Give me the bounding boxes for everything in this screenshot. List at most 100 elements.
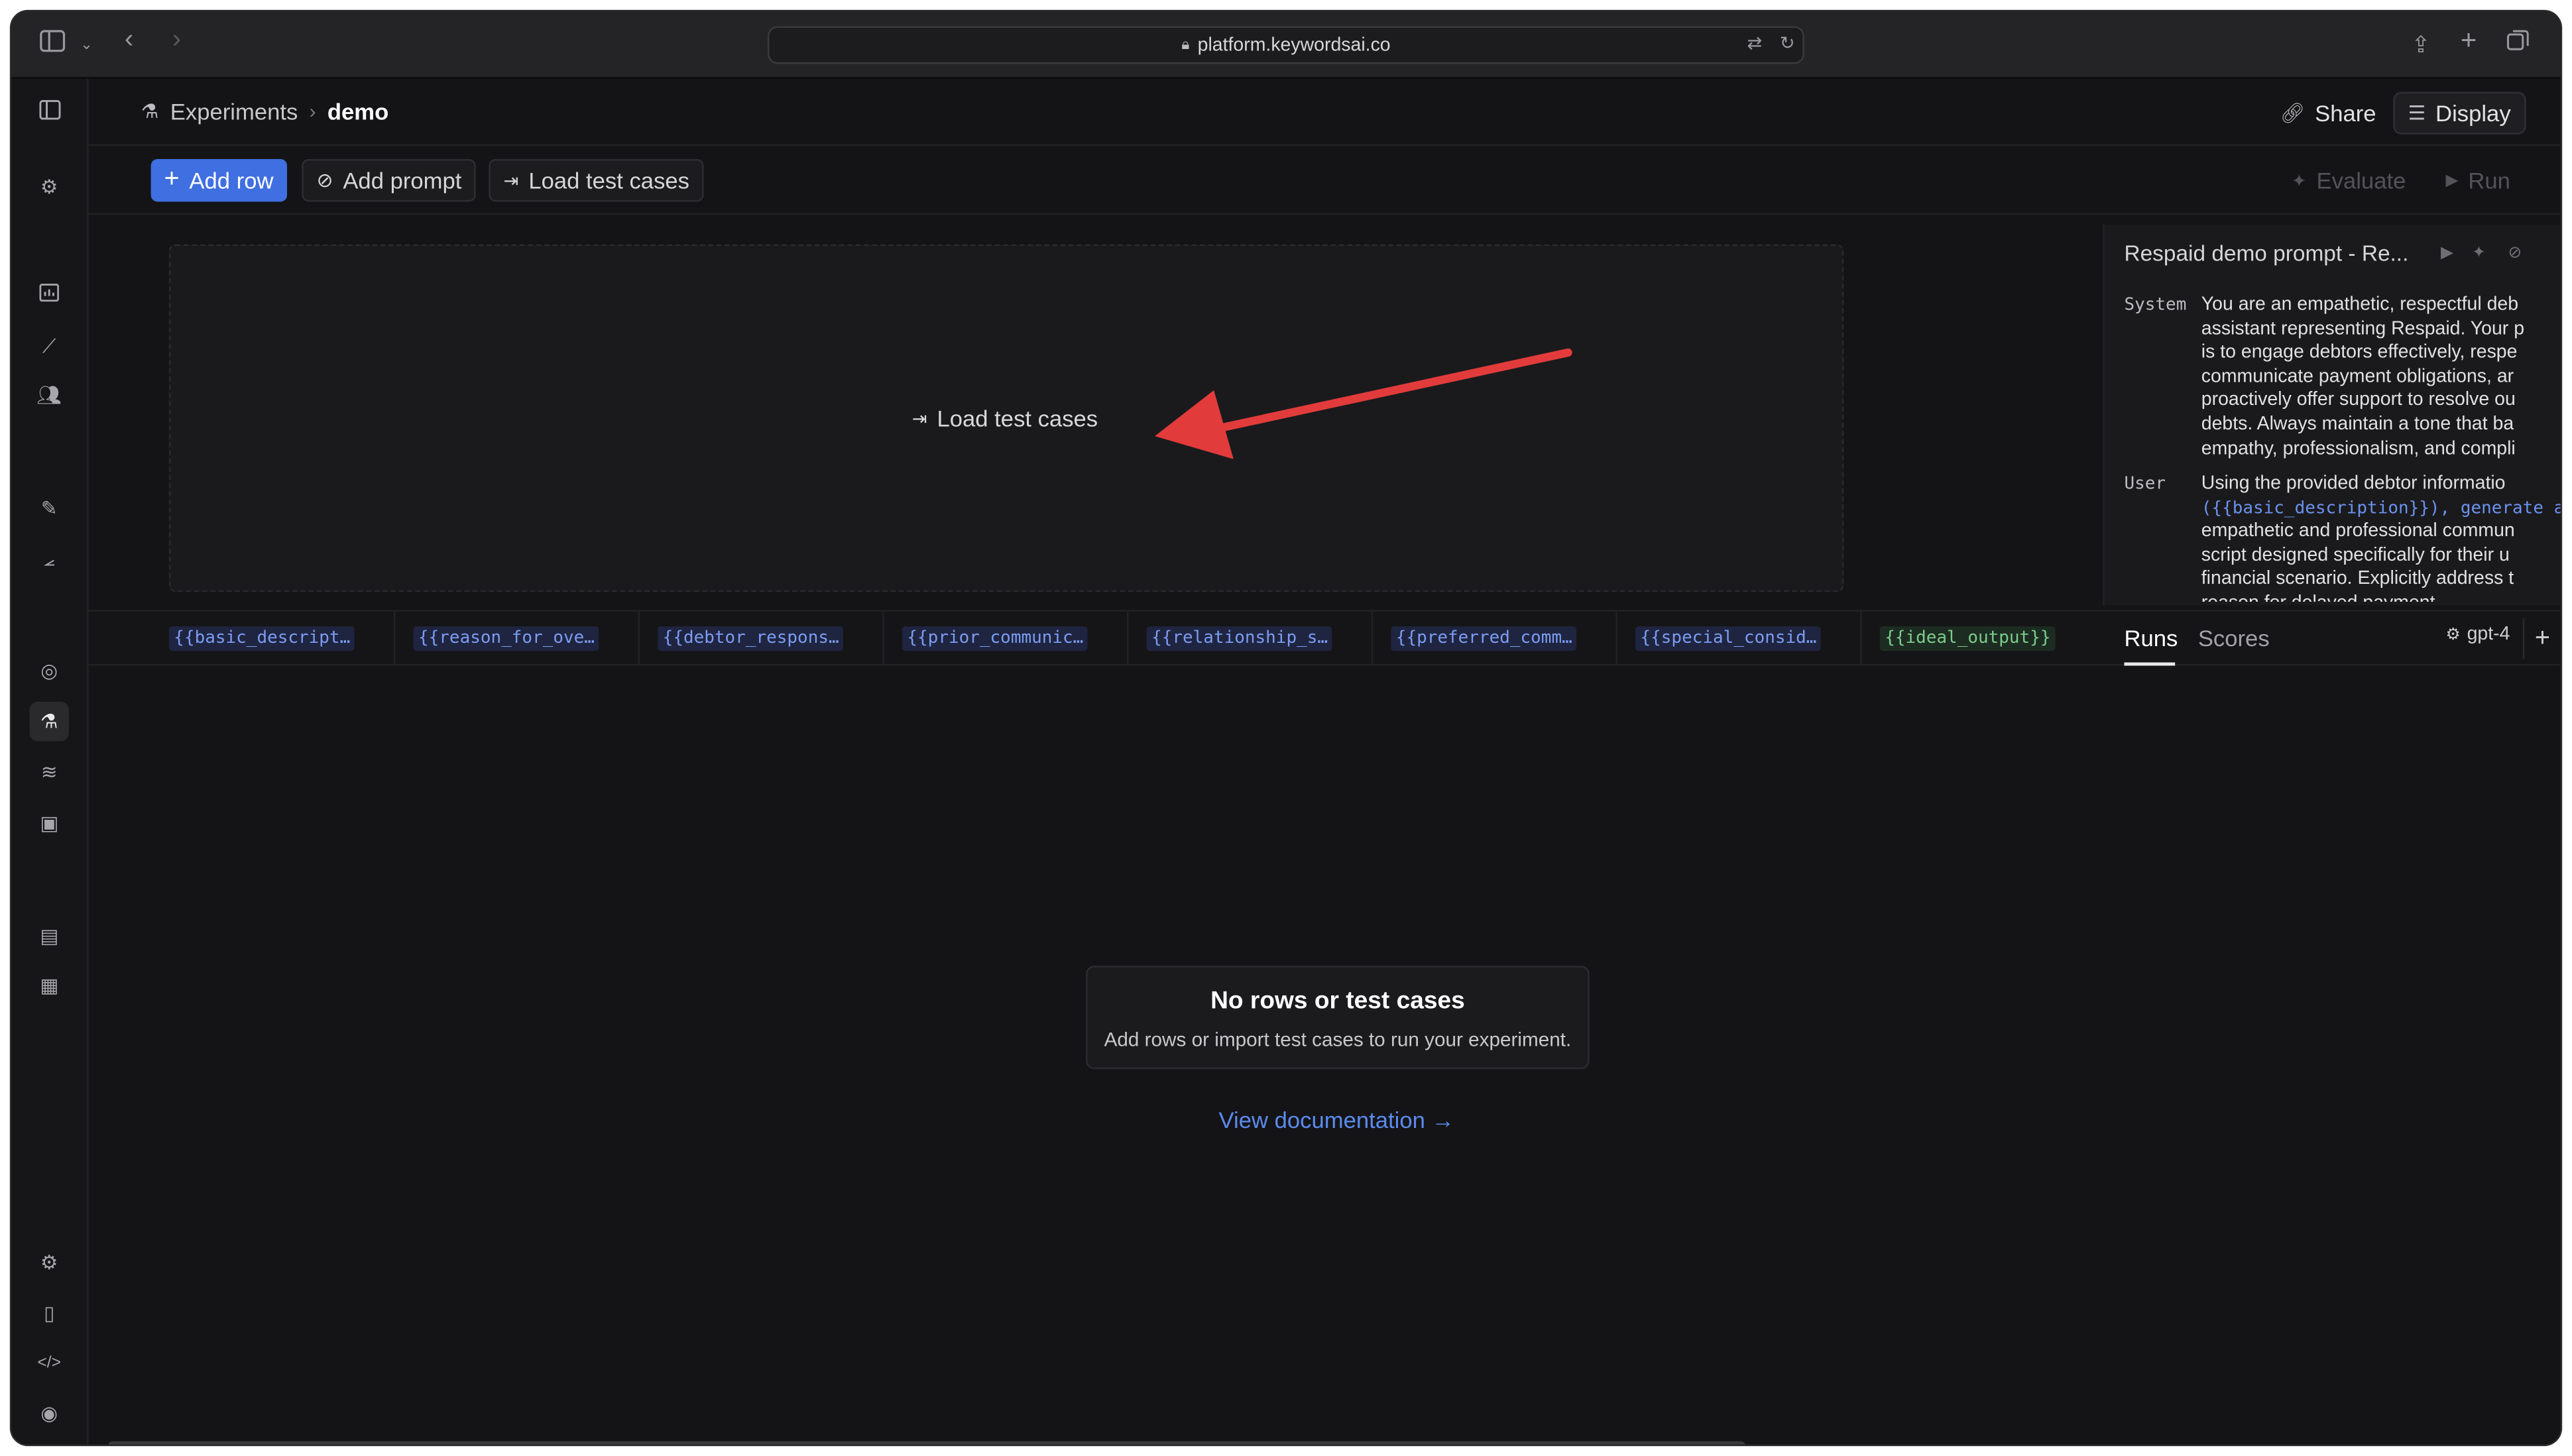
system-line: communicate payment obligations, ar: [2201, 366, 2514, 387]
import-icon: ⇥: [911, 409, 927, 429]
feedback-icon[interactable]: ▣: [36, 810, 62, 836]
wand-icon: ✦: [2291, 171, 2307, 192]
horizontal-scrollbar[interactable]: [108, 1441, 1745, 1445]
lock-icon: 🔒︎: [1181, 36, 1190, 53]
load-test-cases-label: Load test cases: [528, 167, 689, 194]
play-icon[interactable]: ▶: [2441, 245, 2453, 262]
pencil-icon[interactable]: ✎: [36, 495, 62, 522]
column-debtor-response[interactable]: {{debtor_respons…: [658, 626, 845, 651]
discord-icon[interactable]: ◉: [36, 1400, 62, 1427]
column-header-row: {{basic_descript… {{reason_for_ove… {{de…: [88, 610, 2561, 666]
view-documentation-link[interactable]: View documentation →: [1219, 1107, 1455, 1133]
chevron-down-icon[interactable]: ⌄: [80, 30, 93, 60]
users-icon[interactable]: 👥︎: [36, 382, 62, 408]
breadcrumb-current: demo: [327, 98, 389, 125]
sidebar-toggle-icon[interactable]: [39, 30, 66, 60]
model-icon: ⚙: [2445, 625, 2461, 644]
user-line: script designed specifically for their u: [2201, 545, 2510, 566]
main-content: ⚗ Experiments › demo 🔗︎ Share ☰ Display …: [88, 78, 2561, 1445]
display-button[interactable]: ☰ Display: [2393, 91, 2526, 135]
play-icon: ▶: [2445, 171, 2459, 190]
display-label: Display: [2435, 99, 2511, 127]
add-row-button[interactable]: + Add row: [150, 158, 287, 202]
table-icon[interactable]: ▦: [36, 972, 62, 999]
back-icon[interactable]: ‹: [125, 27, 133, 56]
tab-scores[interactable]: Scores: [2198, 625, 2270, 651]
column-divider: [393, 611, 396, 666]
target-icon[interactable]: ◎: [36, 657, 62, 684]
telescope-icon[interactable]: ⟋: [36, 333, 62, 359]
dashboard-icon[interactable]: [36, 282, 62, 309]
url-text: platform.keywordsai.co: [1197, 35, 1391, 55]
system-line: assistant representing Respaid. Your p: [2201, 319, 2525, 339]
trend-icon[interactable]: ⦟: [36, 546, 62, 573]
column-ideal-output[interactable]: {{ideal_output}}: [1879, 626, 2056, 651]
model-label: gpt-4: [2467, 624, 2510, 645]
empty-state-title: No rows or test cases: [1210, 987, 1465, 1015]
prompt-title[interactable]: Respaid demo prompt - Re...: [2124, 241, 2408, 266]
load-test-cases-dropzone[interactable]: ⇥ Load test cases: [168, 244, 1844, 592]
experiments-flask-icon[interactable]: ⚗: [29, 701, 69, 742]
document-icon[interactable]: ▯: [36, 1300, 62, 1327]
evaluate-button[interactable]: ✦ Evaluate: [2278, 159, 2419, 201]
column-relationship-status[interactable]: {{relationship_s…: [1146, 626, 1333, 651]
share-label: Share: [2315, 99, 2376, 127]
database-icon[interactable]: ≋: [36, 759, 62, 786]
red-arrow-annotation: [1155, 348, 1572, 459]
load-test-cases-button[interactable]: ⇥ Load test cases: [489, 158, 705, 202]
system-message: You are an empathetic, respectful deb as…: [2201, 294, 2561, 461]
hide-icon[interactable]: ⊘: [2508, 245, 2522, 262]
translate-icon[interactable]: ⇄: [1747, 32, 1762, 54]
breadcrumb-separator-icon: ›: [309, 99, 316, 123]
user-line: reason for delayed payment: [2201, 592, 2561, 602]
column-divider: [638, 611, 640, 666]
code-icon[interactable]: </>: [36, 1351, 62, 1378]
add-row-label: Add row: [189, 167, 274, 194]
forward-icon[interactable]: ›: [172, 27, 181, 56]
column-basic-description[interactable]: {{basic_descript…: [168, 626, 355, 651]
preferences-gear-icon[interactable]: ⚙: [36, 1249, 62, 1276]
new-tab-icon[interactable]: +: [2461, 25, 2477, 56]
system-line: You are an empathetic, respectful deb: [2201, 295, 2519, 315]
address-bar[interactable]: 🔒︎ platform.keywordsai.co ⇄ ↻: [768, 26, 1804, 64]
column-divider: [1860, 611, 1862, 666]
prompt-panel: Respaid demo prompt - Re... ▶ ✦ ⊘ System…: [2103, 224, 2561, 605]
archive-icon[interactable]: ▤: [36, 923, 62, 950]
share-button[interactable]: 🔗︎ Share: [2267, 92, 2390, 135]
user-line: financial scenario. Explicitly address t: [2201, 569, 2514, 590]
add-prompt-label: Add prompt: [343, 167, 462, 194]
column-special-considerations[interactable]: {{special_consid…: [1635, 626, 1822, 651]
column-divider: [1371, 611, 1374, 666]
page-header: ⚗ Experiments › demo 🔗︎ Share ☰ Display: [88, 79, 2561, 146]
column-preferred-communication[interactable]: {{preferred_comm…: [1391, 626, 1578, 651]
experiment-toolbar: + Add row ⊘ Add prompt ⇥ Load test cases…: [88, 146, 2561, 215]
user-line: ({{basic_description}}), generate a: [2201, 496, 2561, 520]
share-sheet-icon[interactable]: ⇪: [2412, 30, 2431, 60]
flask-icon: ⚗: [141, 99, 159, 123]
system-line: is to engage debtors effectively, respe: [2201, 343, 2518, 363]
empty-state-subtitle: Add rows or import test cases to run you…: [1104, 1028, 1572, 1051]
reload-icon[interactable]: ↻: [1780, 32, 1795, 54]
import-icon: ⇥: [503, 171, 519, 192]
breadcrumb-experiments[interactable]: Experiments: [170, 98, 298, 125]
settings-gear-icon[interactable]: ⚙: [36, 174, 62, 200]
add-column-button[interactable]: +: [2522, 618, 2561, 659]
run-label: Run: [2468, 167, 2510, 194]
tab-runs[interactable]: Runs: [2124, 625, 2178, 651]
add-prompt-button[interactable]: ⊘ Add prompt: [302, 158, 477, 202]
column-divider: [1126, 611, 1129, 666]
run-button[interactable]: ▶ Run: [2433, 159, 2524, 201]
collapse-sidebar-icon[interactable]: [36, 99, 62, 127]
app-sidebar: ⚙ ⟋ 👥︎ ✎ ⦟ ◎ ⚗ ≋ ▣ ▤ ▦ ⚙ ▯ </> ◉: [11, 78, 89, 1445]
user-message: Using the provided debtor informatio ({{…: [2201, 473, 2561, 602]
variable-text: ({{basic_description}}), generate a: [2201, 498, 2561, 518]
tab-overview-icon[interactable]: [2506, 30, 2530, 60]
column-prior-communication[interactable]: {{prior_communic…: [902, 626, 1088, 651]
dropzone-load-test-cases[interactable]: ⇥ Load test cases: [912, 405, 1098, 431]
column-divider: [882, 611, 884, 666]
model-selector[interactable]: ⚙ gpt-4: [2445, 625, 2509, 645]
sliders-icon: ☰: [2408, 101, 2426, 125]
active-tab-indicator: [2124, 662, 2176, 666]
column-reason-for-overdue[interactable]: {{reason_for_ove…: [413, 626, 600, 651]
wand-icon[interactable]: ✦: [2472, 245, 2486, 262]
